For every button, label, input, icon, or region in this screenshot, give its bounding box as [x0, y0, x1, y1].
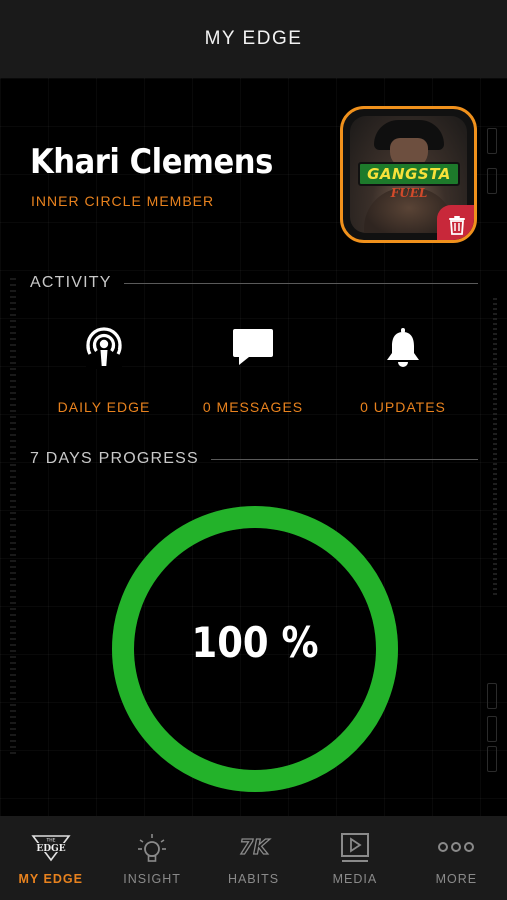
tab-label: MY EDGE: [18, 872, 83, 886]
tab-media[interactable]: MEDIA: [304, 816, 405, 900]
avatar-logo-top: GANGSTA: [358, 162, 460, 186]
activity-heading: ACTIVITY: [30, 274, 112, 291]
trash-icon: [449, 216, 465, 235]
divider: [210, 458, 478, 460]
activity-messages[interactable]: 0 MESSAGES: [193, 327, 313, 427]
tab-label: HABITS: [227, 872, 280, 886]
bell-icon: [387, 328, 419, 367]
play-icon: [340, 833, 369, 862]
bottom-tab-bar: EDGE THE MY EDGE INSIGHT 7K HABITS MEDIA: [0, 816, 507, 900]
avatar[interactable]: GANGSTA FUEL: [340, 106, 477, 243]
hud-decoration-box: [487, 716, 497, 742]
tab-label: MEDIA: [332, 872, 378, 886]
more-icon: [438, 842, 475, 852]
profile-name: Khari Clemens: [30, 142, 273, 182]
page-title: MY EDGE: [204, 28, 303, 49]
tab-label: MORE: [435, 872, 478, 886]
activity-daily-edge[interactable]: DAILY EDGE: [44, 327, 164, 427]
message-icon: [233, 329, 273, 365]
progress-header: 7 DAYS PROGRESS: [30, 450, 478, 468]
tab-more[interactable]: MORE: [406, 816, 507, 900]
hud-decoration-box: [487, 746, 497, 772]
hud-decoration-box: [487, 168, 497, 194]
activity-updates[interactable]: 0 UPDATES: [343, 327, 463, 427]
hud-decoration-right: [493, 298, 497, 598]
tab-habits[interactable]: 7K HABITS: [203, 816, 304, 900]
daily-edge-label: DAILY EDGE: [57, 399, 151, 415]
progress-value: 100 %: [191, 618, 319, 667]
svg-text:THE: THE: [45, 838, 55, 844]
avatar-logo-bottom: FUEL: [390, 186, 428, 200]
divider: [123, 282, 478, 284]
7k-icon: 7K: [238, 834, 270, 859]
tab-insight[interactable]: INSIGHT: [101, 816, 202, 900]
svg-text:EDGE: EDGE: [36, 844, 65, 854]
membership-label: INNER CIRCLE MEMBER: [31, 193, 215, 209]
delete-avatar-button[interactable]: [437, 205, 474, 240]
progress-heading: 7 DAYS PROGRESS: [30, 450, 199, 467]
hud-decoration-box: [487, 128, 497, 154]
top-bar: MY EDGE: [0, 0, 507, 78]
messages-label: 0 MESSAGES: [202, 399, 304, 415]
edge-logo-icon: EDGE THE: [31, 835, 71, 862]
svg-text:7K: 7K: [239, 835, 270, 859]
podcast-icon: [86, 327, 122, 369]
hud-decoration-left: [10, 278, 16, 758]
activity-header: ACTIVITY: [30, 274, 478, 292]
tab-label: INSIGHT: [123, 872, 181, 886]
hud-decoration-box: [487, 683, 497, 709]
tab-my-edge[interactable]: EDGE THE MY EDGE: [0, 816, 101, 900]
updates-label: 0 UPDATES: [360, 399, 446, 415]
lightbulb-icon: [138, 834, 167, 862]
